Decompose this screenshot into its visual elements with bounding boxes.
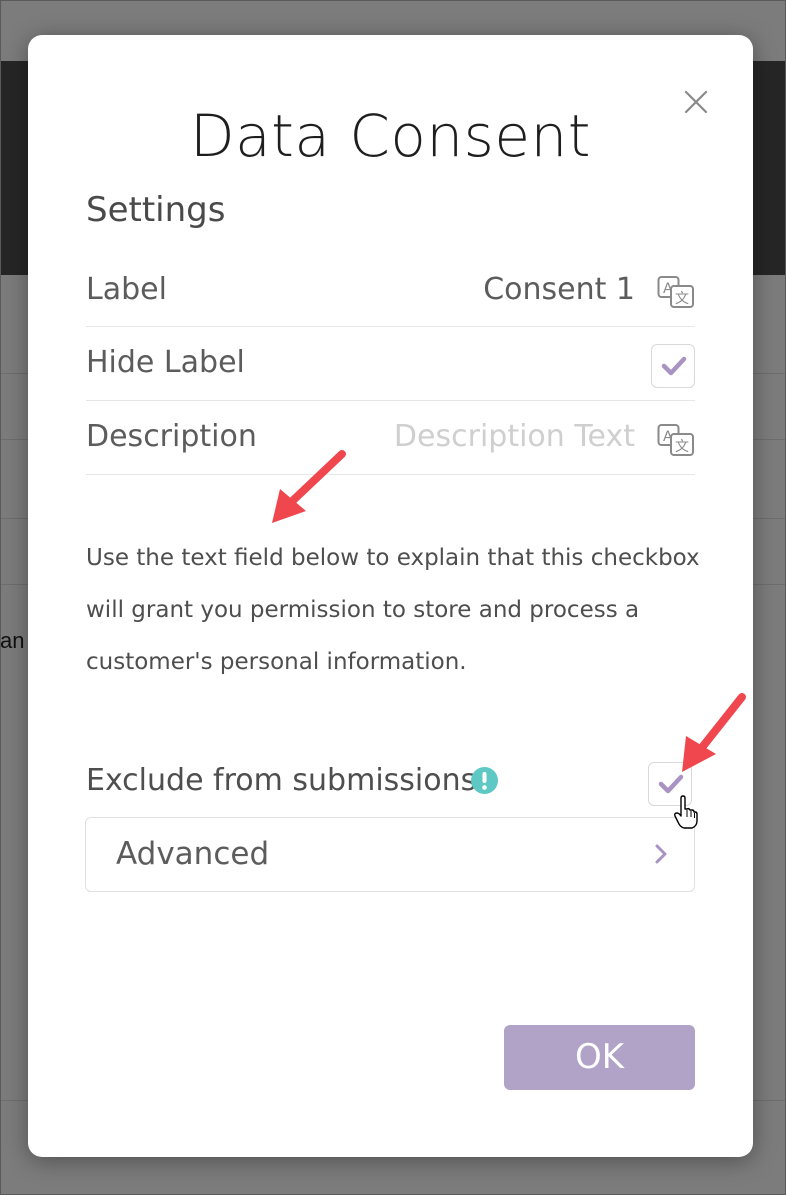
close-icon: [684, 90, 708, 114]
dialog-title: Data Consent: [189, 102, 592, 170]
exclude-from-submissions-label: Exclude from submissions: [86, 763, 477, 798]
settings-heading: Settings: [86, 190, 226, 230]
checkmark-icon: [661, 356, 687, 376]
svg-text:文: 文: [675, 291, 689, 307]
translate-icon[interactable]: A 文: [657, 274, 695, 310]
close-button[interactable]: [681, 87, 711, 117]
checkmark-icon: [658, 774, 684, 794]
description-row: Description Description Text A 文: [86, 401, 695, 475]
hide-label-checkbox[interactable]: [651, 344, 695, 388]
chevron-right-icon: [655, 844, 667, 864]
advanced-label: Advanced: [116, 836, 270, 872]
exclude-from-submissions-checkbox[interactable]: [648, 762, 692, 806]
hide-label-row: Hide Label: [86, 327, 695, 401]
background-text-fragment: an: [0, 628, 25, 653]
translate-icon[interactable]: A 文: [657, 422, 695, 458]
hide-label-row-label: Hide Label: [86, 345, 245, 380]
description-input[interactable]: Description Text: [394, 419, 635, 454]
label-row: Label Consent 1 A 文: [86, 255, 695, 327]
description-row-label: Description: [86, 419, 257, 454]
consent-help-text: Use the text field below to explain that…: [86, 545, 700, 675]
advanced-section-toggle[interactable]: Advanced: [85, 817, 695, 892]
label-input[interactable]: Consent 1: [483, 272, 635, 307]
info-icon[interactable]: [471, 767, 498, 794]
ok-button[interactable]: OK: [504, 1025, 695, 1090]
svg-text:文: 文: [675, 439, 689, 455]
data-consent-dialog: Data Consent Settings Label Consent 1 A …: [28, 35, 753, 1157]
label-row-label: Label: [86, 272, 167, 307]
